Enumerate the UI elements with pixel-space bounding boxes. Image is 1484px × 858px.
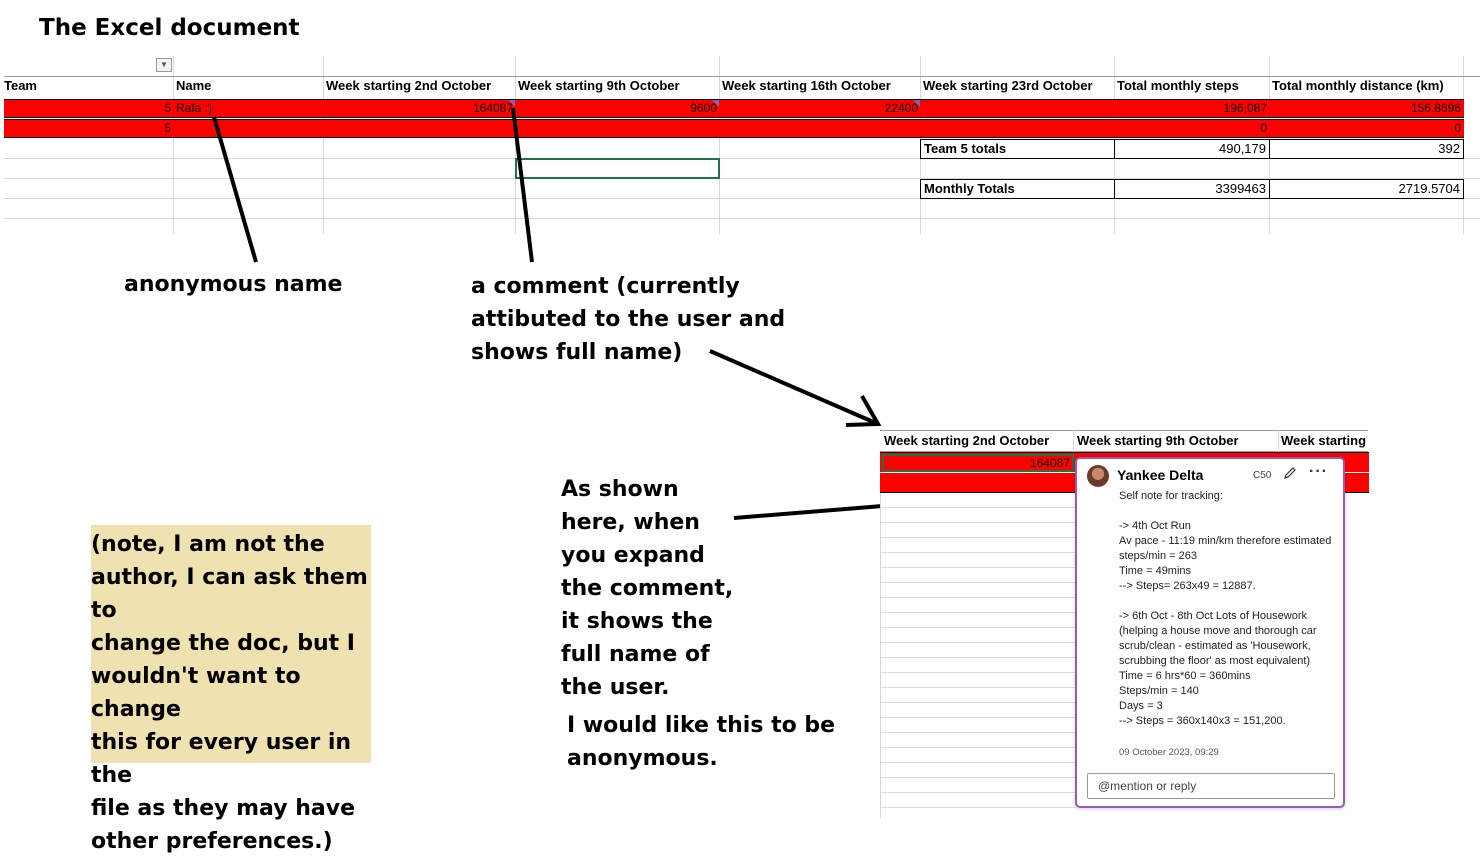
caption-line: full name of	[561, 642, 710, 667]
reply-input[interactable]: @mention or reply	[1087, 773, 1335, 799]
comment-date: 09 October 2023, 09:29	[1119, 747, 1219, 758]
inset-col-header-week2[interactable]: Week starting 9th October	[1074, 431, 1278, 451]
note-line: file as they may have	[91, 796, 355, 821]
anon-name-caption: anonymous name	[124, 272, 343, 297]
caption-line: you expand	[561, 543, 705, 568]
caption-line: the comment,	[561, 576, 734, 601]
note-box: (note, I am not the author, I can ask th…	[91, 525, 371, 854]
pencil-icon[interactable]	[1282, 465, 1298, 481]
arrow-line	[709, 349, 879, 426]
arrow-line	[511, 107, 534, 263]
inset-empty-grid	[881, 493, 1076, 818]
avatar	[1087, 465, 1109, 487]
note-line: wouldn't want to change	[91, 664, 301, 722]
inset-selected-cell[interactable]: 164087	[882, 454, 1074, 472]
note-line: author, I can ask them to	[91, 565, 368, 623]
inset-col-header-week3[interactable]: Week starting	[1278, 431, 1369, 451]
wish-caption-line2: anonymous.	[567, 746, 718, 771]
comment-card[interactable]: Yankee Delta C50 ··· Self note for track…	[1075, 457, 1345, 808]
comment-cell-ref: C50	[1253, 470, 1272, 481]
comment-caption-line1: a comment (currently	[471, 274, 740, 299]
inset-col-header-week1[interactable]: Week starting 2nd October	[881, 431, 1074, 451]
caption-line: As shown	[561, 477, 679, 502]
comment-caption-line2: attibuted to the user and	[471, 307, 786, 332]
note-line: other preferences.)	[91, 829, 333, 854]
caption-line: here, when	[561, 510, 700, 535]
note-line: change the doc, but I	[91, 631, 355, 656]
comment-author: Yankee Delta	[1117, 467, 1204, 483]
wish-caption-line1: I would like this to be	[567, 713, 836, 738]
note-line: (note, I am not the	[91, 532, 325, 557]
comment-body: Self note for tracking: -> 4th Oct Run A…	[1119, 490, 1332, 727]
arrow-line	[212, 116, 258, 263]
note-line: this for every user in the	[91, 730, 352, 788]
caption-line: the user.	[561, 675, 670, 700]
comment-caption-line3: shows full name)	[471, 340, 683, 365]
expand-caption: As shown here, when you expand the comme…	[561, 473, 733, 704]
caption-line: it shows the	[561, 609, 713, 634]
more-icon[interactable]: ···	[1309, 463, 1328, 481]
